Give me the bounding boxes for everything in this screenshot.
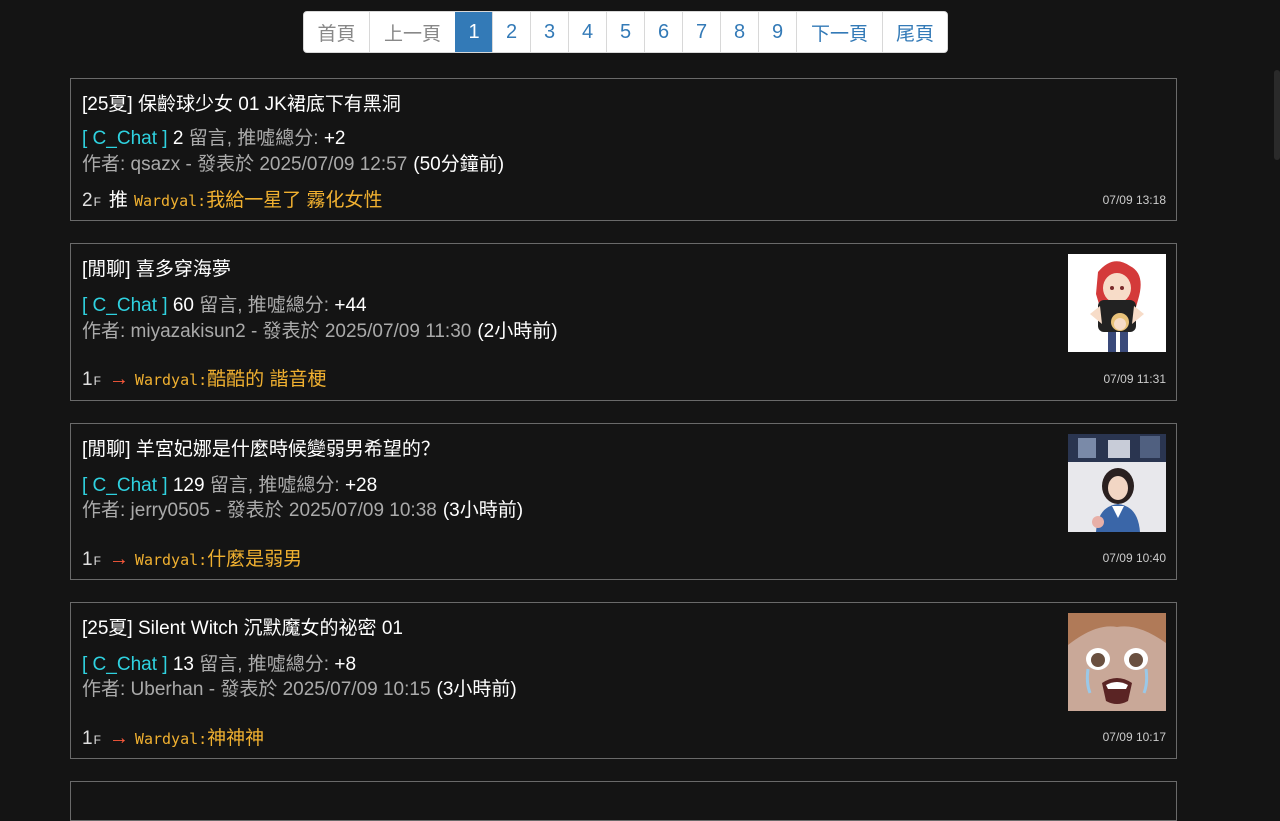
push-score: +28 <box>344 475 378 496</box>
pagination-last[interactable]: 尾頁 <box>882 12 947 52</box>
push-tag: 推 <box>108 190 128 211</box>
push-time: 07/09 10:40 <box>1102 551 1166 565</box>
thumbnail-image <box>1068 613 1166 711</box>
post-author-line: 作者: miyazakisun2 - 發表於 2025/07/09 11:30(… <box>82 316 558 343</box>
pagination-page-6[interactable]: 6 <box>644 12 682 52</box>
push-score: +8 <box>334 654 357 675</box>
relative-time: (3小時前) <box>442 500 524 521</box>
scrollbar[interactable] <box>1274 70 1280 160</box>
post-author-line: 作者: qsazx - 發表於 2025/07/09 12:57 (50分鐘前) <box>82 149 504 176</box>
arrow-icon: → <box>108 368 129 390</box>
comment-label: 留言, 推噓總分: <box>209 475 340 496</box>
author-and-date: 作者: miyazakisun2 - 發表於 2025/07/09 11:30 <box>82 321 472 342</box>
pagination-page-2[interactable]: 2 <box>492 12 530 52</box>
pusher-id: Wardyal: <box>134 730 208 748</box>
push-floor-suffix: F <box>93 374 101 388</box>
push-floor-suffix: F <box>93 733 101 747</box>
push-time: 07/09 11:31 <box>1103 372 1166 386</box>
post-card[interactable]: [閒聊] 羊宮妃娜是什麼時候變弱男希望的？ [ C_Chat ] 129 留言,… <box>70 423 1177 580</box>
post-title[interactable]: [閒聊] 羊宮妃娜是什麼時候變弱男希望的？ <box>82 434 440 461</box>
comment-count: 13 <box>172 654 194 675</box>
post-author-line: 作者: Uberhan - 發表於 2025/07/09 10:15 (3小時前) <box>82 674 517 701</box>
comment-label: 留言, 推噓總分: <box>199 295 330 316</box>
author-and-date: 作者: jerry0505 - 發表於 2025/07/09 10:38 <box>82 500 437 521</box>
latest-push: 1F → Wardyal: 酷酷的 諧音梗 <box>82 364 326 391</box>
pagination-page-5[interactable]: 5 <box>606 12 644 52</box>
post-stats: [ C_Chat ] 60 留言, 推噓總分: +44 <box>82 290 367 317</box>
pagination-page-4[interactable]: 4 <box>568 12 606 52</box>
post-title[interactable]: [25夏] 保齡球少女 01 JK裙底下有黑洞 <box>82 89 401 116</box>
push-content: 什麼是弱男 <box>207 549 303 570</box>
pusher-id: Wardyal: <box>134 551 208 569</box>
arrow-icon: → <box>108 548 129 570</box>
push-floor: 1 <box>82 369 93 390</box>
post-thumbnail[interactable] <box>1068 434 1166 532</box>
latest-push: 1F → Wardyal: 什麼是弱男 <box>82 544 302 571</box>
relative-time: (3小時前) <box>436 679 517 700</box>
push-score: +2 <box>323 128 346 149</box>
pagination-page-7[interactable]: 7 <box>682 12 720 52</box>
pagination-prev[interactable]: 上一頁 <box>369 12 455 52</box>
latest-push: 1F → Wardyal: 神神神 <box>82 723 264 750</box>
post-author-line: 作者: jerry0505 - 發表於 2025/07/09 10:38 (3小時… <box>82 495 523 522</box>
board-tag[interactable]: [ C_Chat ] <box>82 295 168 316</box>
arrow-icon: → <box>108 727 129 749</box>
pusher-id: Wardyal: <box>133 192 207 210</box>
push-score: +44 <box>334 295 367 316</box>
post-card[interactable]: [25夏] 保齡球少女 01 JK裙底下有黑洞 [ C_Chat ] 2 留言,… <box>70 78 1177 221</box>
post-stats: [ C_Chat ] 129 留言, 推噓總分: +28 <box>82 470 377 497</box>
pagination-first[interactable]: 首頁 <box>304 12 369 52</box>
thumbnail-image <box>1068 254 1166 352</box>
pusher-id: Wardyal: <box>134 371 208 389</box>
board-tag[interactable]: [ C_Chat ] <box>82 475 168 496</box>
pagination-page-3[interactable]: 3 <box>530 12 568 52</box>
board-tag[interactable]: [ C_Chat ] <box>82 128 168 149</box>
board-tag[interactable]: [ C_Chat ] <box>82 654 168 675</box>
author-and-date: 作者: Uberhan - 發表於 2025/07/09 10:15 <box>82 679 431 700</box>
latest-push: 2F 推 Wardyal: 我給一星了 霧化女性 <box>82 185 382 212</box>
push-time: 07/09 13:18 <box>1102 193 1166 207</box>
comment-label: 留言, 推噓總分: <box>188 128 319 149</box>
push-time: 07/09 10:17 <box>1102 730 1166 744</box>
relative-time: (50分鐘前) <box>413 154 505 175</box>
pagination-page-9[interactable]: 9 <box>758 12 796 52</box>
comment-count: 60 <box>172 295 194 316</box>
push-floor: 1 <box>82 728 93 749</box>
comment-count: 129 <box>172 475 205 496</box>
comment-label: 留言, 推噓總分: <box>199 654 330 675</box>
post-title[interactable]: [閒聊] 喜多穿海夢 <box>82 254 231 281</box>
post-stats: [ C_Chat ] 2 留言, 推噓總分: +2 <box>82 123 345 150</box>
author-and-date: 作者: qsazx - 發表於 2025/07/09 12:57 <box>82 154 408 175</box>
post-card[interactable] <box>70 781 1177 821</box>
post-card[interactable]: [25夏] Silent Witch 沉默魔女的祕密 01 [ C_Chat ]… <box>70 602 1177 759</box>
pagination-next[interactable]: 下一頁 <box>796 12 882 52</box>
comment-count: 2 <box>172 128 184 149</box>
push-floor-suffix: F <box>93 554 101 568</box>
post-stats: [ C_Chat ] 13 留言, 推噓總分: +8 <box>82 649 356 676</box>
pagination: 首頁 上一頁 1 2 3 4 5 6 7 8 9 下一頁 尾頁 <box>303 11 948 53</box>
post-thumbnail[interactable] <box>1068 613 1166 711</box>
push-floor: 2 <box>82 190 93 211</box>
push-content: 我給一星了 霧化女性 <box>206 190 383 211</box>
thumbnail-image <box>1068 434 1166 532</box>
post-title[interactable]: [25夏] Silent Witch 沉默魔女的祕密 01 <box>82 613 403 640</box>
push-floor: 1 <box>82 549 93 570</box>
pagination-page-8[interactable]: 8 <box>720 12 758 52</box>
push-content: 酷酷的 諧音梗 <box>207 369 327 390</box>
push-content: 神神神 <box>207 728 265 749</box>
post-thumbnail[interactable] <box>1068 254 1166 352</box>
post-card[interactable]: [閒聊] 喜多穿海夢 [ C_Chat ] 60 留言, 推噓總分: +44 作… <box>70 243 1177 401</box>
relative-time: (2小時前) <box>477 321 558 342</box>
push-floor-suffix: F <box>93 195 101 209</box>
pagination-page-1[interactable]: 1 <box>455 12 492 52</box>
